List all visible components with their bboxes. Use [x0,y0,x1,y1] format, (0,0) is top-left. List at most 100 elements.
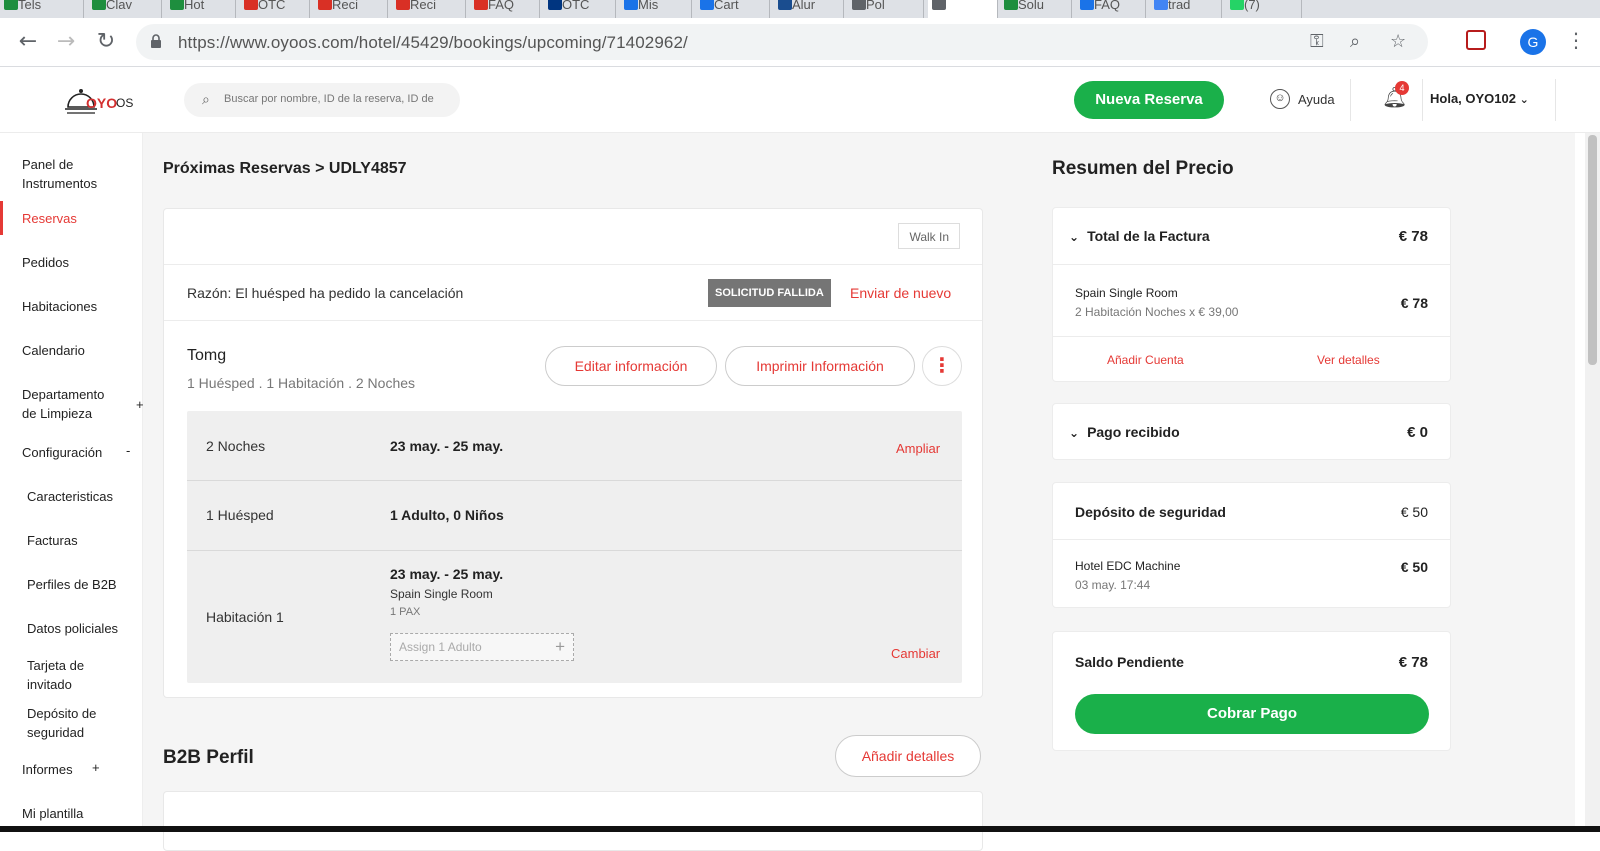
payment-received-label: Pago recibido [1087,424,1180,440]
tab-favicon-icon [170,0,184,10]
room-line-calc: 2 Habitación Noches x € 39,00 [1075,305,1239,319]
search-input[interactable]: ⌕ Buscar por nombre, ID de la reserva, I… [184,83,460,117]
sidebar-item-housekeeping[interactable]: Departamento de Limpieza [22,385,122,423]
user-menu[interactable]: Hola, OYO102 ⌄ [1430,91,1529,106]
extension-icon[interactable] [1466,30,1486,50]
b2b-profile-title: B2B Perfil [163,747,254,768]
room-label: Habitación 1 [206,609,284,625]
add-details-button[interactable]: Añadir detalles [835,735,981,777]
sidebar-item-features[interactable]: Caracteristicas [27,487,113,506]
cancellation-reason: Razón: El huésped ha pedido la cancelaci… [187,285,464,301]
tab-label: FAQ [488,0,515,12]
sidebar-item-calendar[interactable]: Calendario [22,341,85,360]
scrollbar-thumb[interactable] [1588,135,1597,365]
browser-tab[interactable]: Mis [620,0,692,18]
sidebar-item-b2b-profiles[interactable]: Perfiles de B2B [27,575,117,594]
tab-favicon-icon [1230,0,1244,10]
change-room-link[interactable]: Cambiar [891,646,940,661]
tab-favicon-icon [4,0,18,10]
oyo-os-logo[interactable]: OYO OS [62,81,142,121]
browser-tab[interactable]: Reci [392,0,466,18]
tab-favicon-icon [396,0,410,10]
add-account-link[interactable]: Añadir Cuenta [1107,353,1184,367]
sidebar-item-my-staff[interactable]: Mi plantilla [22,804,83,823]
sidebar-item-invoices[interactable]: Facturas [27,531,78,550]
resend-link[interactable]: Enviar de nuevo [850,285,951,301]
reload-icon[interactable]: ↻ [92,28,120,56]
pending-balance-card: Saldo Pendiente € 78 Cobrar Pago [1052,631,1451,751]
more-options-icon[interactable]: ⋮ [922,346,962,386]
browser-tab[interactable]: Clav [88,0,162,18]
address-bar[interactable]: https://www.oyoos.com/hotel/45429/bookin… [136,24,1428,60]
forward-icon[interactable]: → [52,28,80,56]
star-icon[interactable]: ☆ [1390,31,1406,52]
invoice-total-toggle[interactable]: ⌄ Total de la Factura [1069,228,1210,244]
collapse-icon[interactable]: - [126,443,130,458]
help-face-icon: ☺ [1270,89,1290,109]
browser-tab[interactable] [928,0,998,18]
browser-tab[interactable]: Alur [774,0,844,18]
browser-tab[interactable]: (7) [1226,0,1302,18]
sidebar-item-police-data[interactable]: Datos policiales [27,619,118,638]
scrollbar[interactable] [1585,133,1600,832]
browser-tab-strip: Tels Clav Hot OTC Reci Reci FAQ OTC Mis Cart Alur P… [0,0,1600,18]
profile-avatar[interactable]: G [1520,29,1546,55]
invoice-total-label: Total de la Factura [1087,228,1210,244]
tab-label: Cart [714,0,739,12]
room-line-name: Spain Single Room [1075,286,1178,300]
tab-label: Reci [410,0,437,12]
browser-tab[interactable]: Tels [0,0,84,18]
tab-label: Mis [638,0,659,12]
divider [164,320,982,321]
browser-tab[interactable]: OTC [544,0,616,18]
back-icon[interactable]: ← [14,28,42,56]
collect-payment-button[interactable]: Cobrar Pago [1075,694,1429,734]
browser-tab[interactable]: FAQ [1076,0,1146,18]
browser-tab[interactable]: Cart [696,0,770,18]
browser-tab[interactable]: OTC [240,0,310,18]
sidebar-item-reports[interactable]: Informes [22,760,73,779]
tab-label: Hot [184,0,205,12]
assign-guest-field[interactable]: Assign 1 Adulto + [390,633,574,661]
expand-icon[interactable]: + [92,760,100,775]
divider [1053,539,1450,540]
browser-tab[interactable]: Pol [848,0,924,18]
browser-tab[interactable]: FAQ [470,0,540,18]
key-icon[interactable]: ⚿ [1310,31,1324,52]
nights-label: 2 Noches [206,438,266,454]
breadcrumb: Próximas Reservas > UDLY4857 [163,160,407,177]
new-booking-button[interactable]: Nueva Reserva [1074,81,1224,119]
sidebar-item-orders[interactable]: Pedidos [22,253,69,272]
help-link[interactable]: ☺ Ayuda [1270,89,1335,109]
sidebar-item-guest-card[interactable]: Tarjeta de invitado [27,656,107,694]
browser-toolbar: ← → ↻ https://www.oyoos.com/hotel/45429/… [0,18,1600,67]
payment-received-card: ⌄ Pago recibido € 0 [1052,403,1451,460]
divider [1053,264,1450,265]
notifications-button[interactable]: 🔔︎ 4 [1382,81,1409,115]
price-summary-title: Resumen del Precio [1052,158,1234,179]
extend-link[interactable]: Ampliar [896,441,940,456]
sidebar-item-bookings[interactable]: Reservas [22,209,77,228]
print-info-button[interactable]: Imprimir Información [725,346,915,386]
see-details-link[interactable]: Ver detalles [1317,353,1380,367]
sidebar: Panel de Instrumentos Reservas Pedidos H… [0,133,144,832]
sidebar-item-security-deposit[interactable]: Depósito de seguridad [27,704,117,742]
browser-tab[interactable]: trad [1150,0,1222,18]
sidebar-item-settings[interactable]: Configuración [22,443,102,462]
tab-favicon-icon [1154,0,1168,10]
divider [1422,79,1423,121]
plus-icon: + [555,637,565,656]
tab-label: Solu [1018,0,1045,12]
edit-info-button[interactable]: Editar información [545,346,717,386]
sidebar-item-dashboard[interactable]: Panel de Instrumentos [22,155,122,193]
sidebar-item-rooms[interactable]: Habitaciones [22,297,97,316]
tab-favicon-icon [932,0,946,10]
browser-tab[interactable]: Hot [166,0,236,18]
tab-favicon-icon [244,0,258,10]
browser-tab[interactable]: Solu [1000,0,1072,18]
room-dates: 23 may. - 25 may. [390,566,504,582]
browser-tab[interactable]: Reci [314,0,388,18]
browser-menu-icon[interactable]: ⋮ [1566,28,1586,52]
payment-received-toggle[interactable]: ⌄ Pago recibido [1069,424,1180,440]
zoom-icon[interactable]: ⌕ [1350,31,1360,52]
